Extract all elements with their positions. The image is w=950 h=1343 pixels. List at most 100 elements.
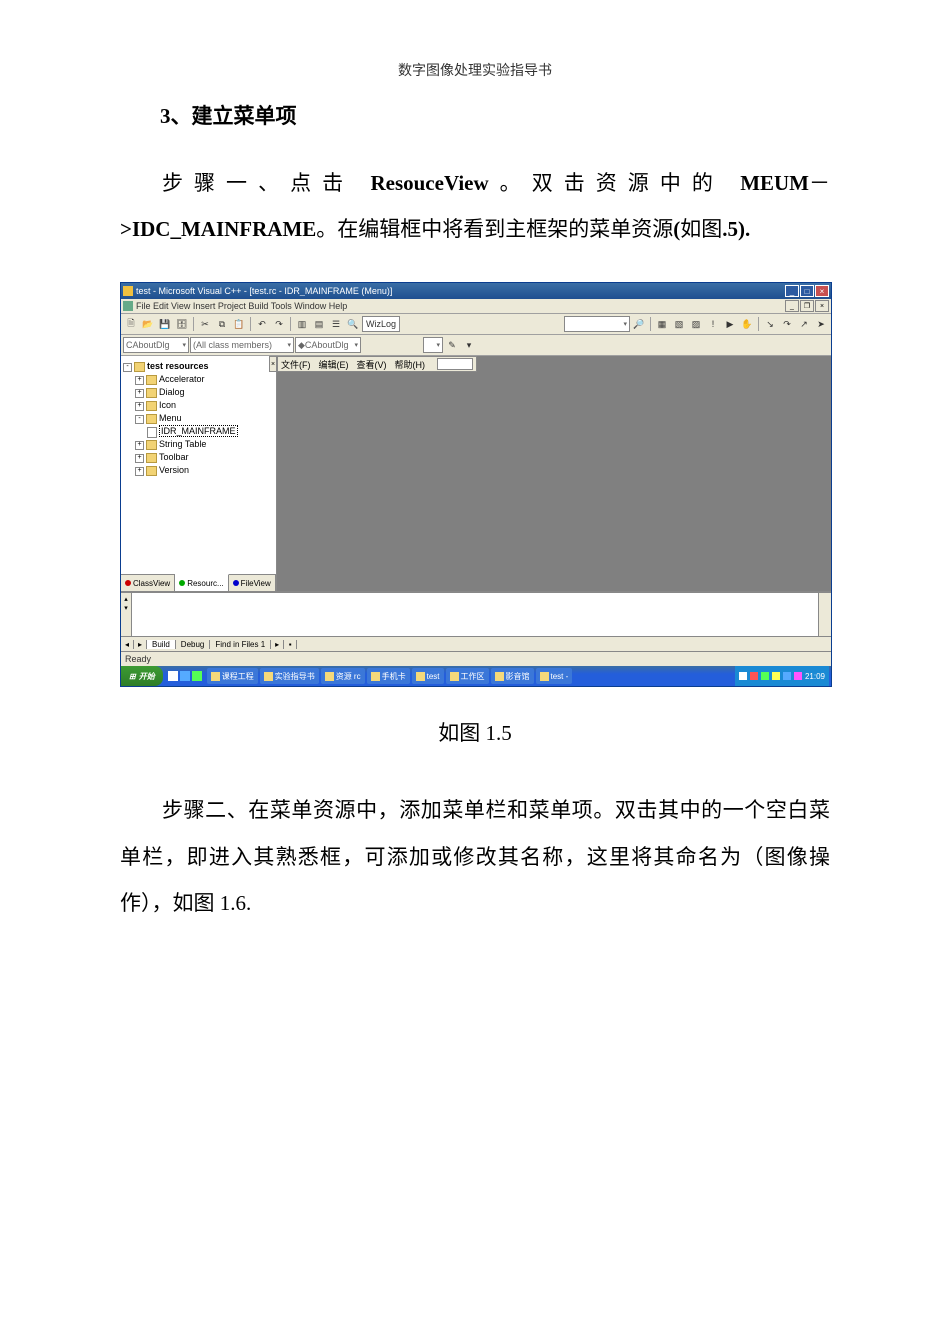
maximize-button[interactable]: □: [800, 285, 814, 297]
tab-resourceview[interactable]: Resourc...: [175, 574, 228, 591]
mdi-close-button[interactable]: ×: [815, 300, 829, 312]
tree-item-menu[interactable]: Menu: [159, 413, 182, 423]
save-icon[interactable]: 💾: [157, 316, 173, 332]
menu-editor-area[interactable]: × 文件(F) 编辑(E) 查看(V) 帮助(H): [277, 356, 831, 591]
step-out-icon[interactable]: ↗: [796, 316, 812, 332]
output-grip[interactable]: ▴▾: [121, 593, 132, 636]
workspace-area: - test resources + Accelerator + Dialog + Ic…: [121, 356, 831, 591]
collapse-icon[interactable]: -: [123, 363, 132, 372]
tray-icon[interactable]: [739, 672, 747, 680]
tree-item-icon[interactable]: Icon: [159, 400, 176, 410]
tab-fileview[interactable]: FileView: [229, 575, 276, 591]
menu-item-view[interactable]: 查看(V): [357, 358, 387, 371]
tray-icon[interactable]: [772, 672, 780, 680]
wizlog-label[interactable]: WizLog: [362, 316, 400, 332]
members-combo[interactable]: (All class members)▾: [190, 337, 294, 353]
build-icon[interactable]: ▧: [671, 316, 687, 332]
expand-icon[interactable]: +: [135, 467, 144, 476]
output-tab-debug[interactable]: Debug: [176, 640, 211, 649]
menu-editor-bar[interactable]: 文件(F) 编辑(E) 查看(V) 帮助(H): [277, 356, 477, 372]
execute-icon[interactable]: !: [705, 316, 721, 332]
wizard-action-combo[interactable]: ▾: [423, 337, 443, 353]
step-over-icon[interactable]: ↷: [779, 316, 795, 332]
new-file-icon[interactable]: 🗎: [123, 316, 139, 332]
ql-icon[interactable]: [168, 671, 178, 681]
output-tab-findinfiles[interactable]: Find in Files 1: [210, 640, 271, 649]
taskbar-item[interactable]: 影音馆: [491, 668, 534, 684]
taskbar-item[interactable]: 资源 rc: [321, 668, 365, 684]
open-file-icon[interactable]: 📂: [140, 316, 156, 332]
resource-tree[interactable]: - test resources + Accelerator + Dialog + Ic…: [121, 356, 276, 574]
wizard-wand-icon[interactable]: ✎: [444, 337, 460, 353]
step-into-icon[interactable]: ↘: [762, 316, 778, 332]
dot-icon: [233, 580, 239, 586]
section-number: 3: [160, 104, 171, 128]
menu-item-file[interactable]: 文件(F): [281, 358, 311, 371]
tab-scroll-end[interactable]: ▪: [284, 640, 297, 649]
find-next-icon[interactable]: 🔎: [631, 316, 647, 332]
tree-root[interactable]: test resources: [147, 361, 209, 371]
tray-icon[interactable]: [761, 672, 769, 680]
tray-icon[interactable]: [783, 672, 791, 680]
expand-icon[interactable]: +: [135, 454, 144, 463]
empty-menu-slot[interactable]: [437, 358, 473, 370]
wizard-dropdown-icon[interactable]: ▾: [461, 337, 477, 353]
tab-scroll-more[interactable]: ▸: [271, 640, 284, 649]
copy-icon[interactable]: ⧉: [214, 316, 230, 332]
pane-close-grip[interactable]: ×: [269, 356, 277, 372]
breakpoint-icon[interactable]: ✋: [739, 316, 755, 332]
go-icon[interactable]: ▶: [722, 316, 738, 332]
output-icon[interactable]: ▤: [311, 316, 327, 332]
tree-item-accelerator[interactable]: Accelerator: [159, 374, 205, 384]
tray-icon[interactable]: [750, 672, 758, 680]
expand-icon[interactable]: +: [135, 376, 144, 385]
taskbar-item[interactable]: 课程工程: [207, 668, 258, 684]
workspace-icon[interactable]: ▥: [294, 316, 310, 332]
expand-icon[interactable]: +: [135, 389, 144, 398]
tray-icon[interactable]: [794, 672, 802, 680]
class-combo[interactable]: CAboutDlg▾: [123, 337, 189, 353]
run-to-cursor-icon[interactable]: ➤: [813, 316, 829, 332]
tab-classview[interactable]: ClassView: [121, 575, 175, 591]
stop-build-icon[interactable]: ▨: [688, 316, 704, 332]
menubar-items[interactable]: File Edit View Insert Project Build Tool…: [136, 301, 785, 311]
menu-item-help[interactable]: 帮助(H): [395, 358, 426, 371]
output-tab-build[interactable]: Build: [147, 640, 176, 649]
tab-scroll-right[interactable]: ▸: [134, 640, 147, 649]
taskbar-item[interactable]: 手机卡: [367, 668, 410, 684]
tab-scroll-left[interactable]: ◂: [121, 640, 134, 649]
redo-icon[interactable]: ↷: [271, 316, 287, 332]
folder-icon: [146, 440, 157, 450]
cut-icon[interactable]: ✂: [197, 316, 213, 332]
tree-item-idr-mainframe[interactable]: IDR_MAINFRAME: [159, 425, 238, 437]
start-button[interactable]: ⊞ 开始: [121, 666, 163, 686]
close-button[interactable]: ×: [815, 285, 829, 297]
tree-item-stringtable[interactable]: String Table: [159, 439, 206, 449]
find-icon[interactable]: 🔍: [345, 316, 361, 332]
undo-icon[interactable]: ↶: [254, 316, 270, 332]
menu-item-edit[interactable]: 编辑(E): [319, 358, 349, 371]
minimize-button[interactable]: _: [785, 285, 799, 297]
expand-icon[interactable]: +: [135, 441, 144, 450]
function-combo[interactable]: ◆CAboutDlg▾: [295, 337, 361, 353]
taskbar-item[interactable]: test -: [536, 668, 573, 684]
ql-icon[interactable]: [180, 671, 190, 681]
mdi-restore-button[interactable]: ❐: [800, 300, 814, 312]
collapse-icon[interactable]: -: [135, 415, 144, 424]
find-combo[interactable]: ▾: [564, 316, 630, 332]
compile-icon[interactable]: ▦: [654, 316, 670, 332]
tree-item-toolbar[interactable]: Toolbar: [159, 452, 189, 462]
output-scrollbar[interactable]: [818, 593, 831, 636]
mdi-minimize-button[interactable]: _: [785, 300, 799, 312]
taskbar-item[interactable]: test: [412, 668, 444, 684]
taskbar-item[interactable]: 工作区: [446, 668, 489, 684]
window-list-icon[interactable]: ☰: [328, 316, 344, 332]
tree-item-dialog[interactable]: Dialog: [159, 387, 185, 397]
expand-icon[interactable]: +: [135, 402, 144, 411]
save-all-icon[interactable]: 🗄: [174, 316, 190, 332]
paste-icon[interactable]: 📋: [231, 316, 247, 332]
tree-item-version[interactable]: Version: [159, 465, 189, 475]
ql-icon[interactable]: [192, 671, 202, 681]
menubar[interactable]: File Edit View Insert Project Build Tool…: [121, 299, 831, 314]
taskbar-item[interactable]: 实验指导书: [260, 668, 319, 684]
